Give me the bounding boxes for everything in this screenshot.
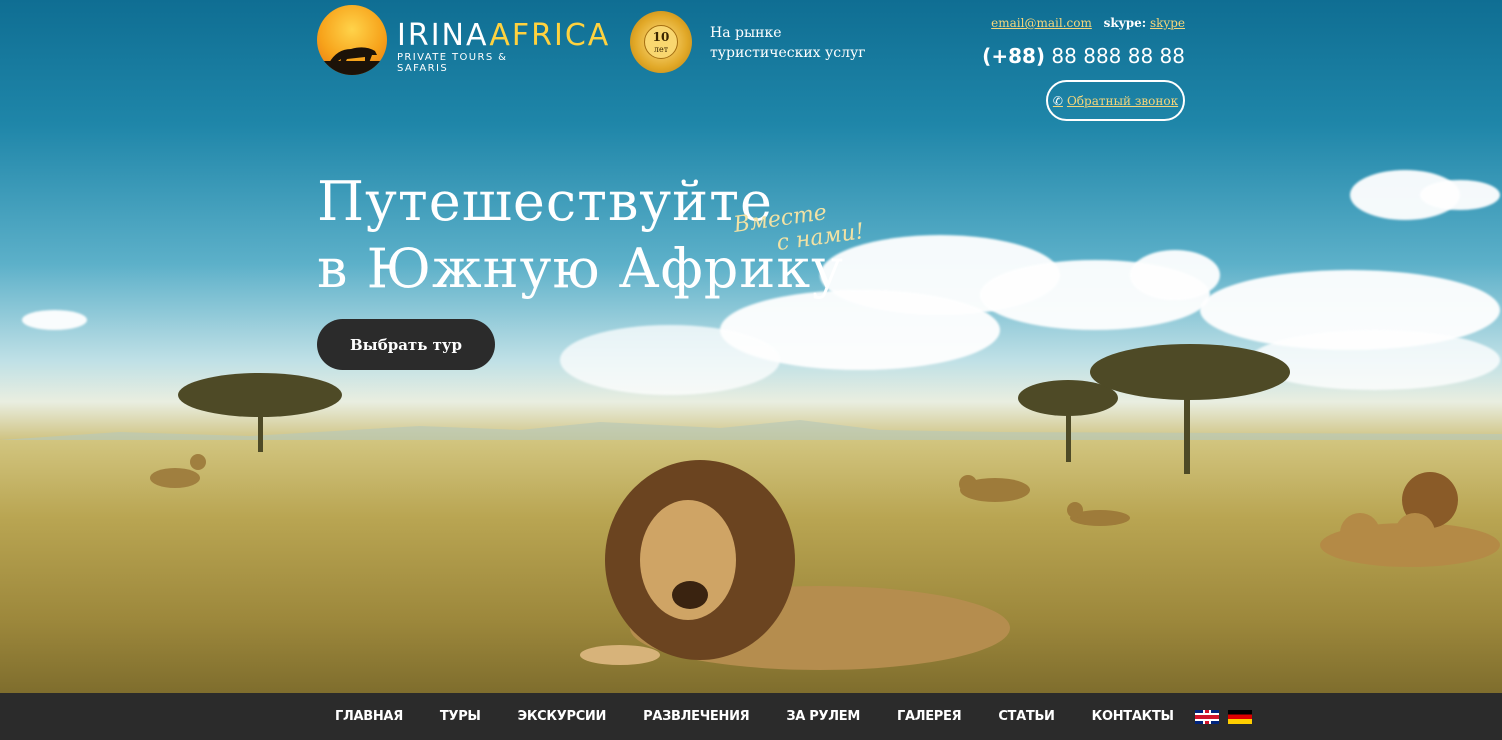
nav-item-gallery[interactable]: Галерея — [897, 709, 962, 724]
nav-item-articles[interactable]: Статьи — [998, 709, 1055, 724]
badge-number: 10 — [652, 30, 670, 44]
lioness — [1067, 502, 1130, 526]
phone-number[interactable]: (+88) 88 888 88 88 — [982, 44, 1185, 68]
hero-banner — [0, 0, 1502, 693]
phone-icon: ✆ — [1052, 93, 1063, 108]
skype-label: skype: — [1103, 16, 1147, 30]
nav-item-entertainment[interactable]: Развлечения — [643, 709, 750, 724]
contact-info: email@mail.com skype: skype — [991, 14, 1185, 32]
acacia-tree — [1090, 344, 1290, 474]
phone-digits: 88 888 88 88 — [1051, 44, 1185, 68]
nav-item-home[interactable]: Главная — [335, 709, 403, 724]
email-link[interactable]: email@mail.com — [991, 16, 1092, 30]
market-line-2: туристических услуг — [710, 45, 866, 61]
nav-item-tours[interactable]: Туры — [440, 709, 481, 724]
nav-item-driving[interactable]: За рулем — [786, 709, 860, 724]
market-line-1: На рынке — [710, 25, 782, 41]
lioness — [150, 454, 206, 488]
phone-code: (+88) — [982, 44, 1046, 68]
choose-tour-button[interactable]: Выбрать тур — [317, 319, 495, 370]
uk-flag-icon[interactable] — [1194, 709, 1219, 724]
callback-button[interactable]: ✆ Обратный звонок — [1046, 80, 1185, 121]
male-lion — [580, 460, 1010, 670]
logo-cheetah-icon — [317, 5, 387, 75]
skype-link[interactable]: skype — [1150, 16, 1185, 30]
lioness — [959, 475, 1030, 502]
logo-wordmark: IRINAAFRICA — [397, 18, 611, 53]
acacia-tree — [178, 373, 342, 452]
lion-pride — [1320, 472, 1500, 567]
years-badge-icon: 10 лет — [630, 11, 692, 73]
badge-unit: лет — [653, 45, 669, 54]
acacia-tree — [1018, 380, 1118, 462]
main-nav: Главная Туры Экскурсии Развлечения За ру… — [0, 693, 1502, 740]
market-text: На рынке туристических услуг — [710, 23, 866, 63]
callback-label: Обратный звонок — [1066, 93, 1179, 108]
nav-item-excursions[interactable]: Экскурсии — [518, 709, 607, 724]
germany-flag-icon[interactable] — [1227, 709, 1252, 724]
savanna-scene — [150, 344, 1500, 670]
logo-tagline: PRIVATE TOURS & SAFARIS — [397, 52, 508, 74]
site-logo[interactable]: IRINAAFRICA PRIVATE TOURS & SAFARIS — [317, 5, 608, 77]
nav-item-contacts[interactable]: Контакты — [1092, 709, 1174, 724]
